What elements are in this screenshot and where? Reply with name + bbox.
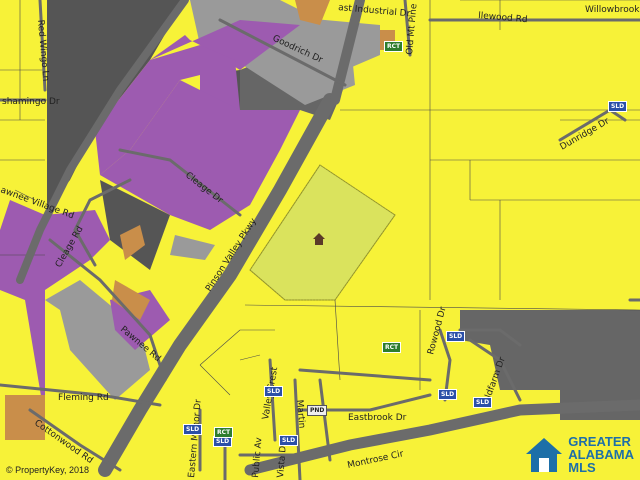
subject-parcel — [249, 164, 396, 301]
road-label-vista: Vista Dr — [276, 442, 289, 479]
office-zone — [170, 235, 215, 260]
road-label-wood-rd: llewood Rd — [478, 11, 528, 25]
sld-tag: SLD — [608, 101, 628, 112]
pnd-tag: PND — [307, 405, 328, 416]
sld-tag: SLD — [438, 389, 458, 400]
sld-tag: SLD — [446, 331, 466, 342]
sld-tag: SLD — [264, 386, 284, 397]
road-label-cottonwood: Cottonwood Rd — [32, 418, 94, 466]
road-label-industrial: ast Industrial Dr — [338, 3, 411, 19]
industrial-zone — [0, 0, 20, 30]
greater-alabama-mls-logo: GREATER ALABAMA MLS — [524, 435, 634, 474]
zoning-map[interactable]: ast Industrial Dr Old Mt Pine Goodrich D… — [0, 0, 640, 480]
copyright-text: © PropertyKey, 2018 — [6, 465, 90, 475]
road-label-fleming: Fleming Rd — [58, 393, 109, 403]
road-label-shamingo: shamingo Dr — [2, 97, 60, 107]
road-label-montrose: Montrose Cir — [347, 449, 405, 471]
local-street — [293, 378, 302, 480]
rct-tag: RCT — [382, 342, 402, 353]
road-label-willowbrook: Willowbrook — [585, 5, 640, 15]
sld-tag: SLD — [473, 397, 493, 408]
logo-line3: MLS — [568, 460, 596, 475]
local-street — [298, 368, 432, 382]
rct-tag: RCT — [214, 427, 234, 438]
sld-tag: SLD — [279, 435, 299, 446]
house-logo-icon — [526, 437, 563, 472]
sld-tag: SLD — [183, 424, 203, 435]
rct-tag: RCT — [384, 41, 404, 52]
road-label-eastbrook: Eastbrook Dr — [348, 413, 407, 423]
